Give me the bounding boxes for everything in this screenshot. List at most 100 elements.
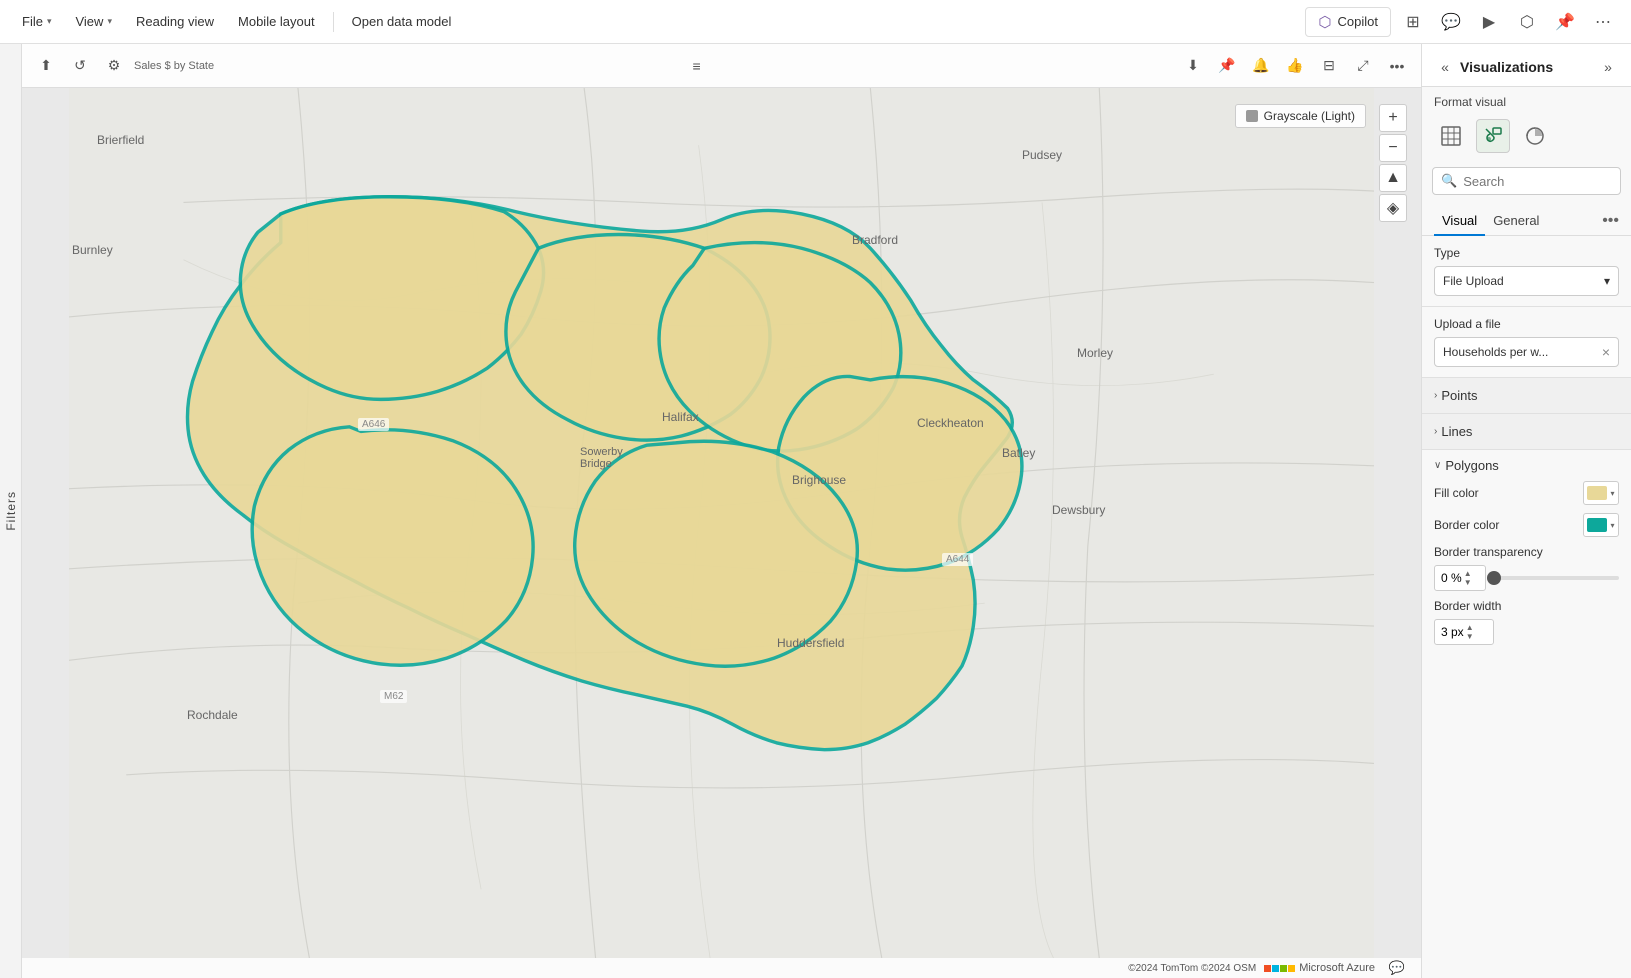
format-table-icon-btn[interactable] (1434, 119, 1468, 153)
pin-button[interactable]: 📌 (1549, 6, 1581, 38)
azure-sq-red (1264, 965, 1271, 972)
search-input[interactable] (1463, 174, 1631, 189)
grayscale-label: Grayscale (Light) (1264, 109, 1355, 123)
map-center-handle[interactable]: ≡ (683, 52, 711, 80)
map-like-btn[interactable]: 👍 (1281, 52, 1309, 80)
azure-sq-green (1280, 965, 1287, 972)
bw-spinner-down-icon[interactable]: ▼ (1466, 632, 1474, 641)
transparency-value: 0 % (1441, 571, 1462, 585)
upload-clear-btn[interactable]: × (1602, 344, 1610, 360)
map-bell-btn[interactable]: 🔔 (1247, 52, 1275, 80)
type-chevron-icon: ▾ (1604, 274, 1610, 288)
menu-view[interactable]: View ▾ (65, 8, 121, 35)
share-button[interactable]: ⬡ (1511, 6, 1543, 38)
map-refresh-btn[interactable]: ↺ (66, 52, 94, 80)
map-filter-btn[interactable]: ⊟ (1315, 52, 1343, 80)
lines-label: Lines (1441, 424, 1472, 439)
copilot-button[interactable]: ⬡ Copilot (1305, 7, 1391, 37)
search-box[interactable]: 🔍 (1432, 167, 1621, 195)
menu-bar: File ▾ View ▾ Reading view Mobile layout… (0, 0, 1631, 44)
lines-accordion[interactable]: › Lines (1422, 414, 1631, 450)
border-width-spinner[interactable]: ▲ ▼ (1466, 623, 1474, 641)
present-button[interactable]: ▶ (1473, 6, 1505, 38)
format-brush-icon-btn[interactable] (1476, 119, 1510, 153)
border-color-swatch (1587, 518, 1607, 532)
binoculars-button[interactable]: ⊞ (1397, 6, 1429, 38)
map-toolbar-center: ≡ (220, 52, 1173, 80)
map-download-btn[interactable]: ⬇ (1179, 52, 1207, 80)
border-color-btn[interactable]: ▾ (1583, 513, 1619, 537)
upload-row[interactable]: Households per w... × (1434, 337, 1619, 367)
tab-more-btn[interactable]: ••• (1602, 212, 1619, 230)
format-analytics-icon-btn[interactable] (1518, 119, 1552, 153)
map-toolbar: ⬆ ↺ ⚙ Sales $ by State ≡ ⬇ 📌 🔔 👍 ⊟ ⤢ ••• (22, 44, 1421, 88)
tab-general[interactable]: General (1485, 207, 1547, 236)
map-svg[interactable] (22, 88, 1421, 958)
map-footer: ©2024 TomTom ©2024 OSM Microsoft Azure 💬 (22, 958, 1421, 978)
transparency-spinner[interactable]: ▲ ▼ (1464, 569, 1472, 587)
lines-chevron-icon: › (1434, 426, 1437, 437)
polygons-chevron-icon: ∨ (1434, 460, 1441, 471)
zoom-out-btn[interactable]: − (1379, 134, 1407, 162)
azure-label: Microsoft Azure (1299, 962, 1375, 974)
location-btn[interactable]: ◈ (1379, 194, 1407, 222)
azure-logo-icon (1264, 965, 1295, 972)
map-expand-btn[interactable]: ⤢ (1349, 52, 1377, 80)
map-area: ⬆ ↺ ⚙ Sales $ by State ≡ ⬇ 📌 🔔 👍 ⊟ ⤢ ••• (22, 44, 1421, 978)
more-options-button[interactable]: ⋯ (1587, 6, 1619, 38)
menu-file[interactable]: File ▾ (12, 8, 61, 35)
border-width-value-box[interactable]: 3 px ▲ ▼ (1434, 619, 1494, 645)
azure-sq-blue (1272, 965, 1279, 972)
polygons-header[interactable]: ∨ Polygons (1434, 458, 1619, 473)
spinner-up-icon[interactable]: ▲ (1464, 569, 1472, 578)
transparency-slider-thumb[interactable] (1487, 571, 1501, 585)
file-chevron-icon: ▾ (47, 16, 52, 27)
format-icon-row (1422, 115, 1631, 161)
spinner-down-icon[interactable]: ▼ (1464, 578, 1472, 587)
viz-collapse-btn[interactable]: « (1434, 56, 1456, 78)
polygons-label: Polygons (1445, 458, 1498, 473)
menu-reading-view[interactable]: Reading view (126, 8, 224, 35)
bw-spinner-up-icon[interactable]: ▲ (1466, 623, 1474, 632)
border-width-value: 3 px (1441, 625, 1464, 639)
map-up-btn[interactable]: ⬆ (32, 52, 60, 80)
azure-logo: Microsoft Azure (1264, 962, 1375, 974)
map-settings-btn[interactable]: ⚙ (100, 52, 128, 80)
type-select[interactable]: File Upload ▾ (1434, 266, 1619, 296)
copilot-icon: ⬡ (1318, 13, 1331, 31)
map-controls: + − ▲ ◈ (1379, 104, 1407, 222)
filters-sidebar[interactable]: Filters (0, 44, 22, 978)
map-bookmark-btn[interactable]: 📌 (1213, 52, 1241, 80)
border-width-row: Border width 3 px ▲ ▼ (1434, 599, 1619, 645)
points-accordion[interactable]: › Points (1422, 378, 1631, 414)
border-transparency-row: Border transparency 0 % ▲ ▼ (1434, 545, 1619, 591)
transparency-slider-track[interactable] (1494, 576, 1619, 580)
right-panel: « Visualizations » Format visual (1421, 44, 1631, 978)
menu-mobile-layout[interactable]: Mobile layout (228, 8, 325, 35)
main-area: Filters ⬆ ↺ ⚙ Sales $ by State ≡ ⬇ 📌 🔔 👍… (0, 44, 1631, 978)
filters-label[interactable]: Filters (4, 491, 18, 531)
border-width-label: Border width (1434, 599, 1619, 613)
transparency-value-box[interactable]: 0 % ▲ ▼ (1434, 565, 1486, 591)
compass-btn[interactable]: ▲ (1379, 164, 1407, 192)
upload-section: Upload a file Households per w... × (1422, 307, 1631, 378)
map-title-label: Sales $ by State (134, 60, 214, 72)
zoom-in-btn[interactable]: + (1379, 104, 1407, 132)
viz-expand-btn[interactable]: » (1597, 56, 1619, 78)
border-color-label: Border color (1434, 518, 1583, 532)
menu-open-data-model[interactable]: Open data model (342, 8, 462, 35)
map-more-btn[interactable]: ••• (1383, 52, 1411, 80)
type-value: File Upload (1443, 274, 1504, 288)
map-background[interactable]: Brierfield Burnley Bradford Pudsey Morle… (22, 88, 1421, 958)
menu-separator-1 (333, 12, 334, 32)
format-analytics-icon (1525, 126, 1545, 146)
grayscale-badge[interactable]: Grayscale (Light) (1235, 104, 1366, 128)
fill-color-btn[interactable]: ▾ (1583, 481, 1619, 505)
tab-visual[interactable]: Visual (1434, 207, 1485, 236)
map-footer-chat-btn[interactable]: 💬 (1383, 954, 1411, 978)
menu-right-section: ⬡ Copilot ⊞ 💬 ▶ ⬡ 📌 ⋯ (1305, 6, 1619, 38)
points-chevron-icon: › (1434, 390, 1437, 401)
azure-sq-yellow (1288, 965, 1295, 972)
fill-color-swatch (1587, 486, 1607, 500)
comment-button[interactable]: 💬 (1435, 6, 1467, 38)
